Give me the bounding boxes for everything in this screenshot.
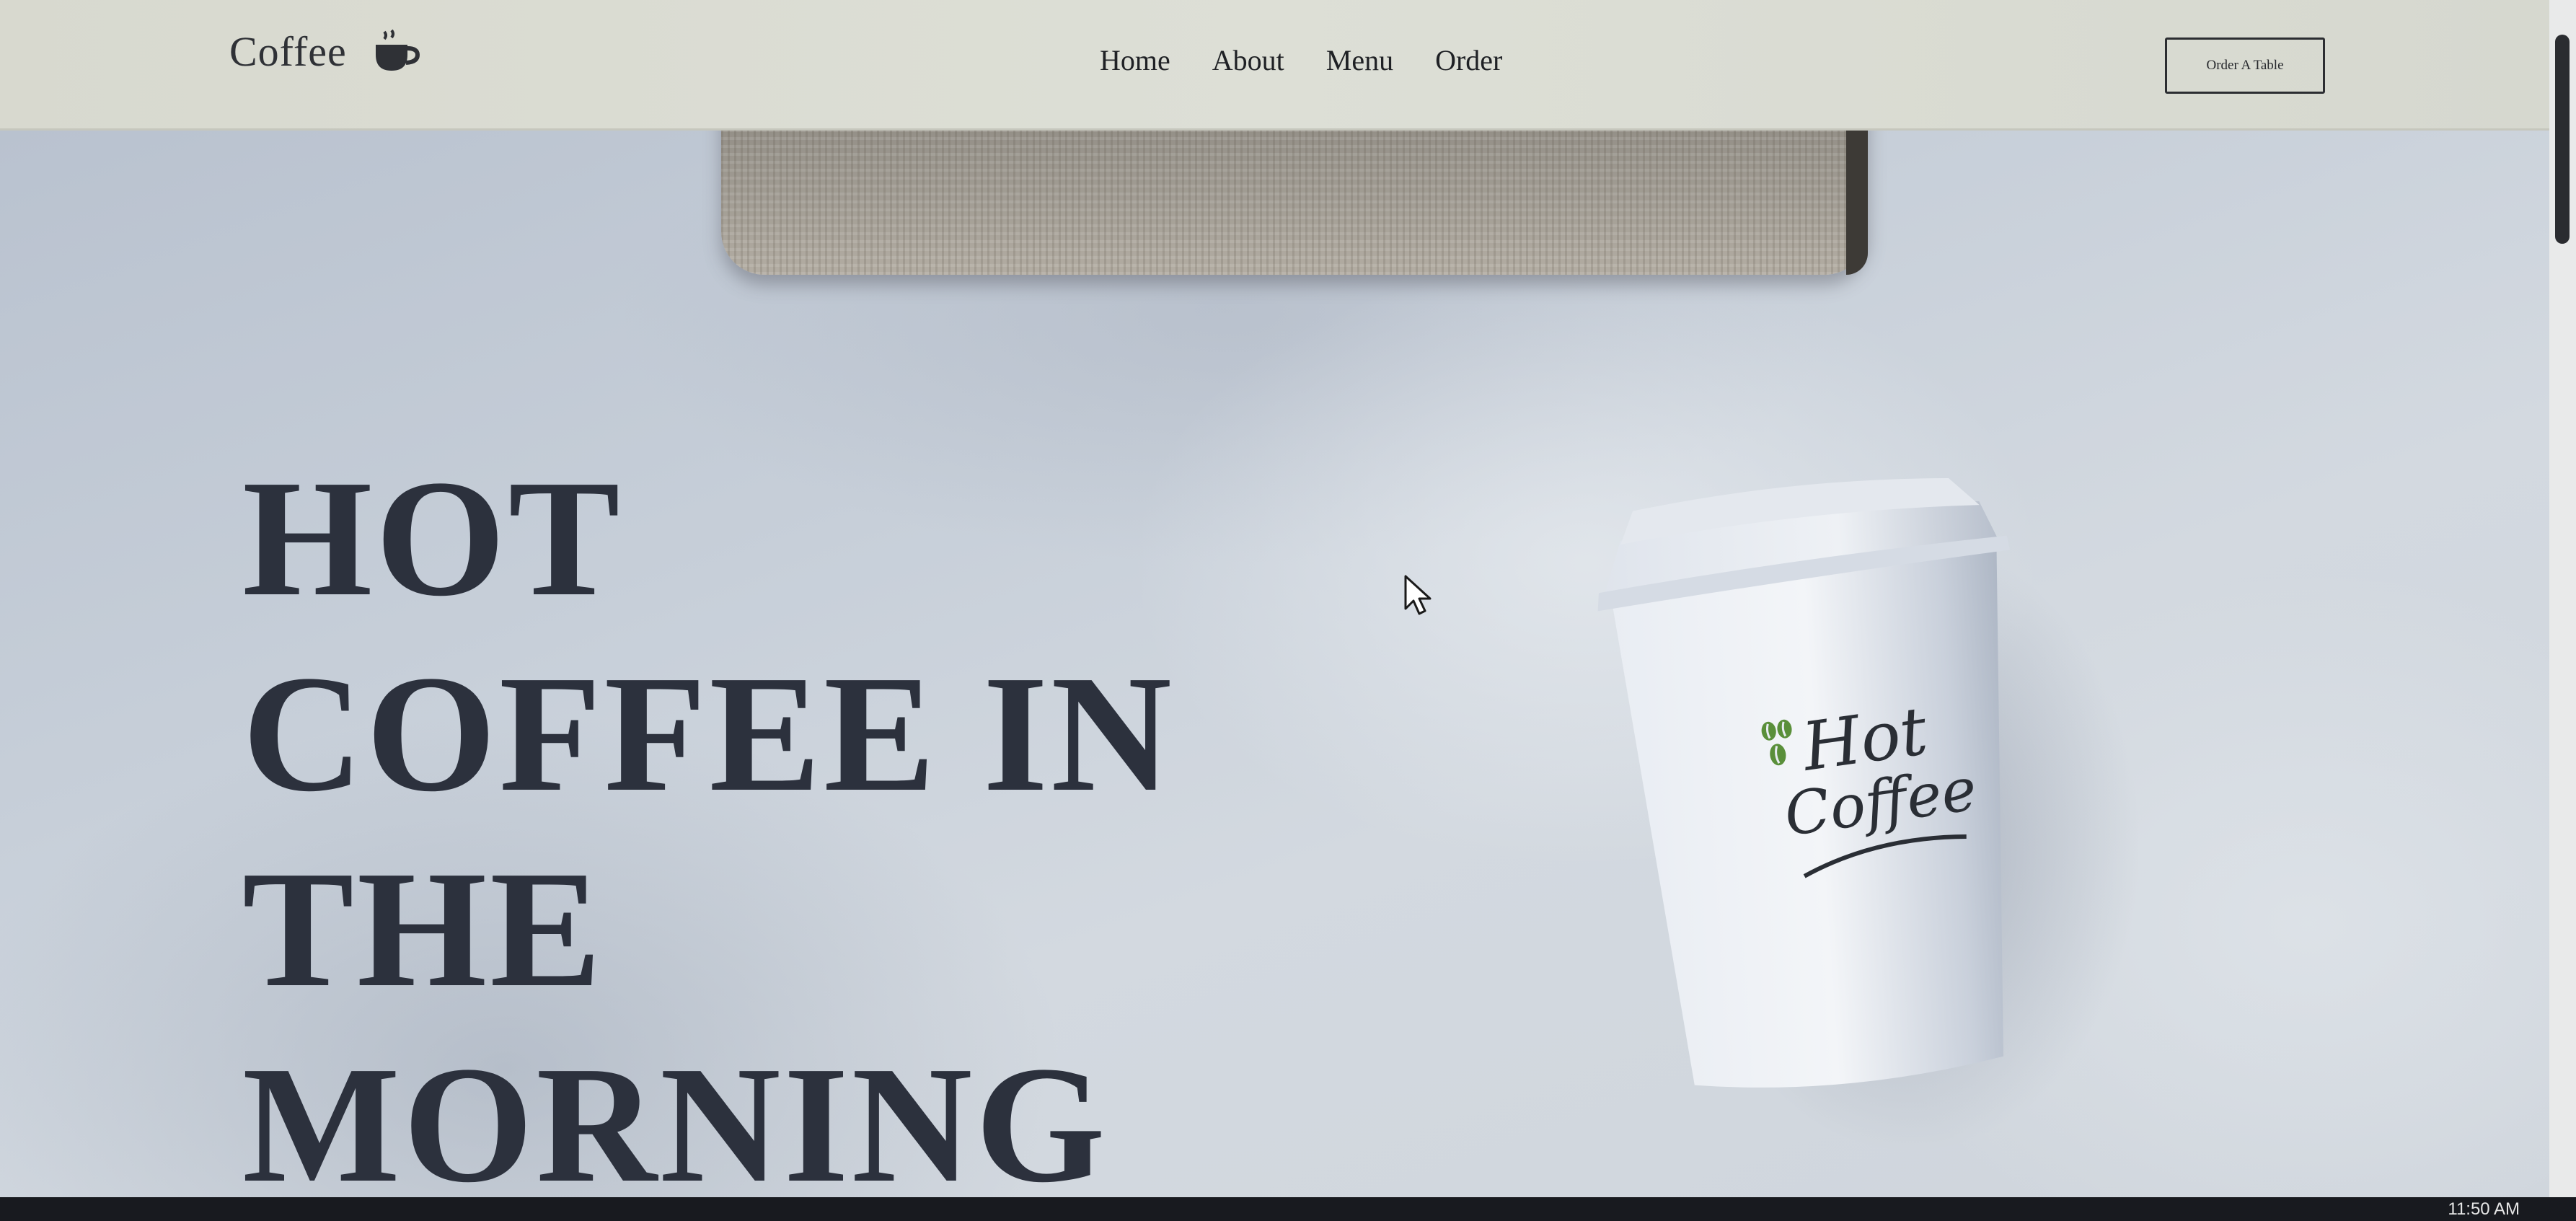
mouse-pointer-icon (1404, 575, 1432, 615)
top-navbar: Coffee Home About Menu Order Order A Tab… (0, 0, 2549, 131)
hero-section: HOT COFFEE IN THE MORNING Hot Coffee (0, 131, 2549, 1221)
headline-line-1: HOT (242, 446, 623, 631)
nav-link-menu[interactable]: Menu (1326, 43, 1393, 77)
nav-link-about[interactable]: About (1212, 43, 1284, 77)
headline-line-4: MORNING (242, 1032, 1108, 1217)
scrollbar-thumb[interactable] (2555, 35, 2570, 244)
order-table-button[interactable]: Order A Table (2165, 38, 2325, 94)
page-scrollbar[interactable] (2549, 0, 2576, 1197)
coffee-cup-icon (371, 29, 422, 75)
headline-line-3: THE (242, 837, 604, 1022)
burlap-sack-decoration (721, 131, 1868, 275)
nav-link-home[interactable]: Home (1100, 43, 1170, 77)
brand-name: Coffee (229, 28, 347, 75)
brand-logo[interactable]: Coffee (229, 27, 422, 76)
headline-line-2: COFFEE IN (242, 641, 1175, 827)
main-nav: Home About Menu Order (1100, 43, 1502, 77)
cup-logo: Hot Coffee (1757, 692, 1985, 922)
os-taskbar: 11:50 AM (0, 1197, 2576, 1221)
nav-link-order[interactable]: Order (1435, 43, 1502, 77)
taskbar-clock[interactable]: 11:50 AM (2448, 1199, 2520, 1220)
browser-viewport: Coffee Home About Menu Order Order A Tab… (0, 0, 2576, 1221)
hero-headline: HOT COFFEE IN THE MORNING (242, 441, 1324, 1221)
